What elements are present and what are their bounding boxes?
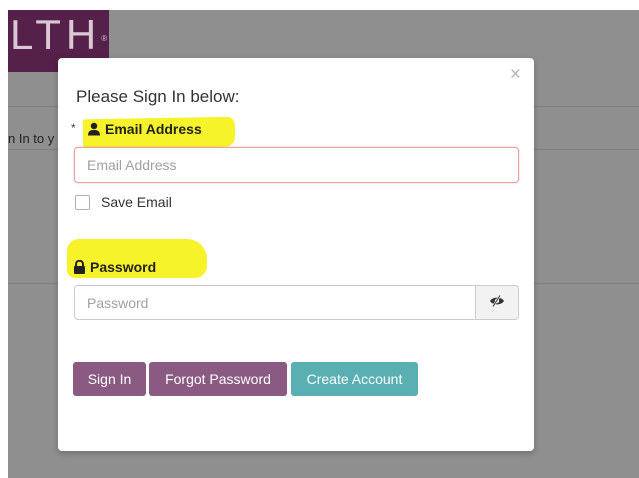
save-email-label: Save Email	[101, 194, 172, 210]
forgot-password-button[interactable]: Forgot Password	[149, 362, 287, 396]
email-input[interactable]	[74, 147, 519, 183]
sign-in-button[interactable]: Sign In	[73, 362, 146, 396]
modal-title: Please Sign In below:	[76, 87, 240, 106]
user-icon	[87, 122, 101, 136]
sign-in-modal: Please Sign In below: × * Email Address …	[58, 58, 534, 451]
toggle-password-button[interactable]	[476, 285, 519, 320]
background-text: n In to y	[8, 131, 55, 146]
save-email-checkbox[interactable]	[75, 195, 90, 210]
create-account-button[interactable]: Create Account	[291, 362, 418, 396]
password-label: Password	[73, 259, 156, 275]
lock-icon	[73, 260, 86, 274]
close-button[interactable]: ×	[510, 65, 521, 85]
eye-slash-icon	[489, 294, 505, 312]
password-input[interactable]	[74, 285, 476, 320]
required-marker: *	[71, 121, 76, 135]
email-label: Email Address	[87, 121, 202, 137]
